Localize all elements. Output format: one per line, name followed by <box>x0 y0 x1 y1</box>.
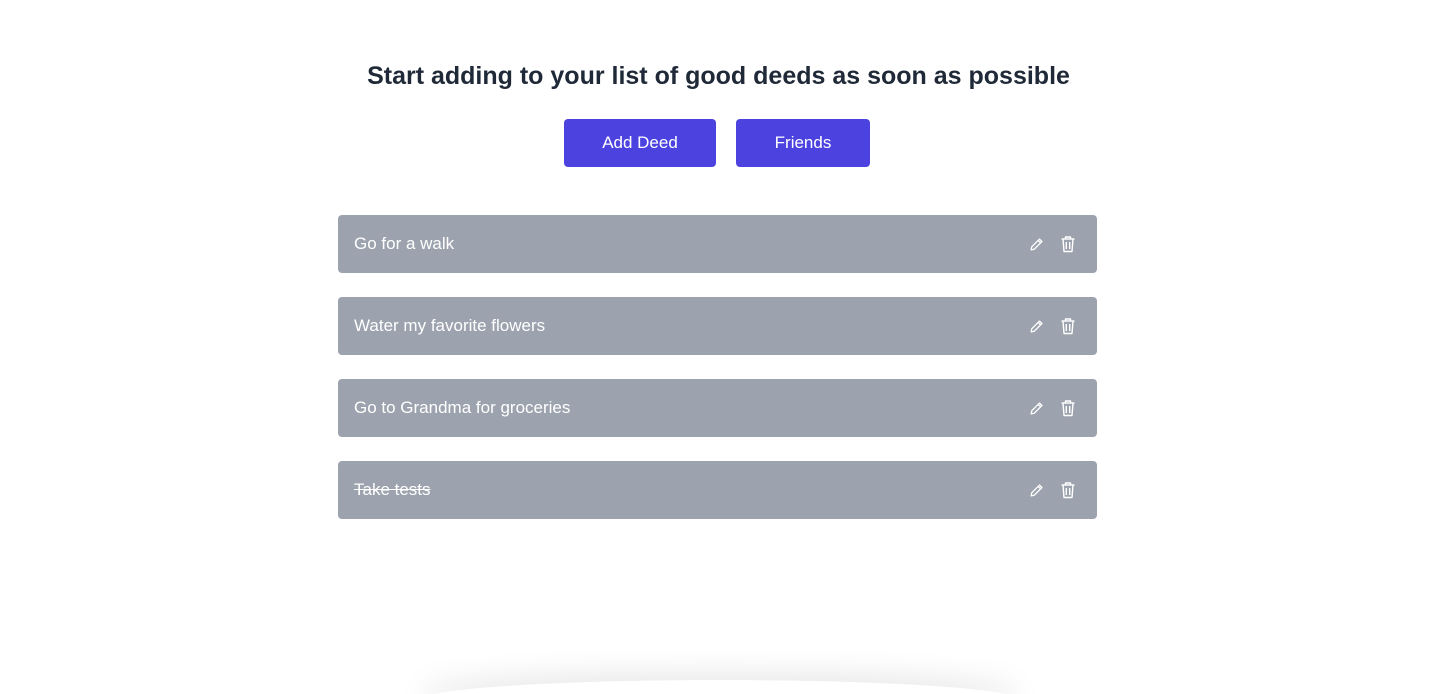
page-title: Start adding to your list of good deeds … <box>367 62 1070 90</box>
item-actions <box>1027 481 1077 499</box>
list-item: Water my favorite flowers <box>338 297 1097 355</box>
page: Start adding to your list of good deeds … <box>0 0 1437 694</box>
pencil-icon[interactable] <box>1027 399 1045 417</box>
action-bar: Add Deed Friends <box>0 119 1437 167</box>
trash-icon[interactable] <box>1059 481 1077 499</box>
trash-icon[interactable] <box>1059 317 1077 335</box>
trash-icon[interactable] <box>1059 399 1077 417</box>
deed-text-completed: Take tests <box>354 480 431 499</box>
add-deed-button[interactable]: Add Deed <box>564 119 716 167</box>
list-item: Go for a walk <box>338 215 1097 273</box>
deed-text: Go for a walk <box>354 234 455 253</box>
deed-list: Go for a walk Water my favorite flowers <box>338 215 1097 543</box>
item-actions <box>1027 399 1077 417</box>
friends-button[interactable]: Friends <box>736 119 870 167</box>
deed-text: Water my favorite flowers <box>354 316 546 335</box>
list-item: Take tests <box>338 461 1097 519</box>
pencil-icon[interactable] <box>1027 235 1045 253</box>
pencil-icon[interactable] <box>1027 481 1045 499</box>
pencil-icon[interactable] <box>1027 317 1045 335</box>
item-actions <box>1027 235 1077 253</box>
item-actions <box>1027 317 1077 335</box>
bottom-shadow <box>420 680 1020 694</box>
trash-icon[interactable] <box>1059 235 1077 253</box>
deed-text: Go to Grandma for groceries <box>354 398 571 417</box>
list-item: Go to Grandma for groceries <box>338 379 1097 437</box>
